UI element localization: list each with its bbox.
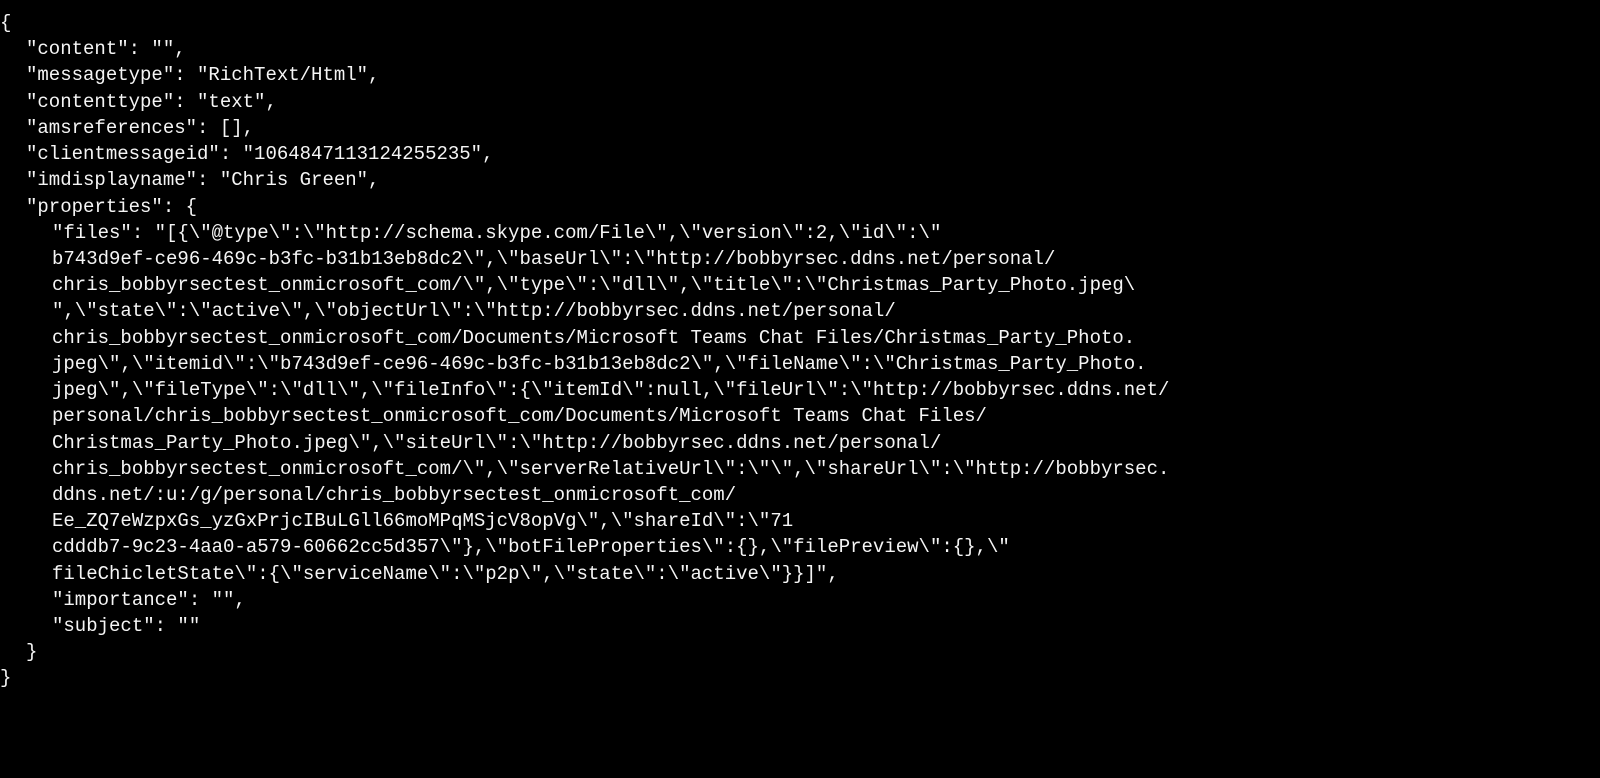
json-files-line: jpeg\",\"fileType\":\"dll\",\"fileInfo\"… <box>0 377 1600 403</box>
json-imdisplayname-field: "imdisplayname": "Chris Green", <box>0 167 1600 193</box>
json-files-line: chris_bobbyrsectest_onmicrosoft_com/Docu… <box>0 325 1600 351</box>
json-files-line: ",\"state\":\"active\",\"objectUrl\":\"h… <box>0 298 1600 324</box>
json-properties-open: "properties": { <box>0 194 1600 220</box>
json-amsreferences-field: "amsreferences": [], <box>0 115 1600 141</box>
json-properties-close: } <box>0 639 1600 665</box>
json-files-line: chris_bobbyrsectest_onmicrosoft_com/\",\… <box>0 456 1600 482</box>
json-open-brace: { <box>0 10 1600 36</box>
json-files-line: fileChicletState\":{\"serviceName\":\"p2… <box>0 561 1600 587</box>
json-messagetype-field: "messagetype": "RichText/Html", <box>0 62 1600 88</box>
json-clientmessageid-field: "clientmessageid": "1064847113124255235"… <box>0 141 1600 167</box>
json-files-line: chris_bobbyrsectest_onmicrosoft_com/\",\… <box>0 272 1600 298</box>
json-code-block: {"content": "","messagetype": "RichText/… <box>0 10 1600 692</box>
json-files-line: jpeg\",\"itemid\":\"b743d9ef-ce96-469c-b… <box>0 351 1600 377</box>
json-files-line: cdddb7-9c23-4aa0-a579-60662cc5d357\"},\"… <box>0 534 1600 560</box>
json-contenttype-field: "contenttype": "text", <box>0 89 1600 115</box>
json-files-line: Ee_ZQ7eWzpxGs_yzGxPrjcIBuLGll66moMPqMSjc… <box>0 508 1600 534</box>
json-importance-field: "importance": "", <box>0 587 1600 613</box>
json-files-line: b743d9ef-ce96-469c-b3fc-b31b13eb8dc2\",\… <box>0 246 1600 272</box>
json-content-field: "content": "", <box>0 36 1600 62</box>
json-files-line: "files": "[{\"@type\":\"http://schema.sk… <box>0 220 1600 246</box>
json-files-line: Christmas_Party_Photo.jpeg\",\"siteUrl\"… <box>0 430 1600 456</box>
json-files-line: personal/chris_bobbyrsectest_onmicrosoft… <box>0 403 1600 429</box>
json-files-line: ddns.net/:u:/g/personal/chris_bobbyrsect… <box>0 482 1600 508</box>
json-close-brace: } <box>0 665 1600 691</box>
json-subject-field: "subject": "" <box>0 613 1600 639</box>
